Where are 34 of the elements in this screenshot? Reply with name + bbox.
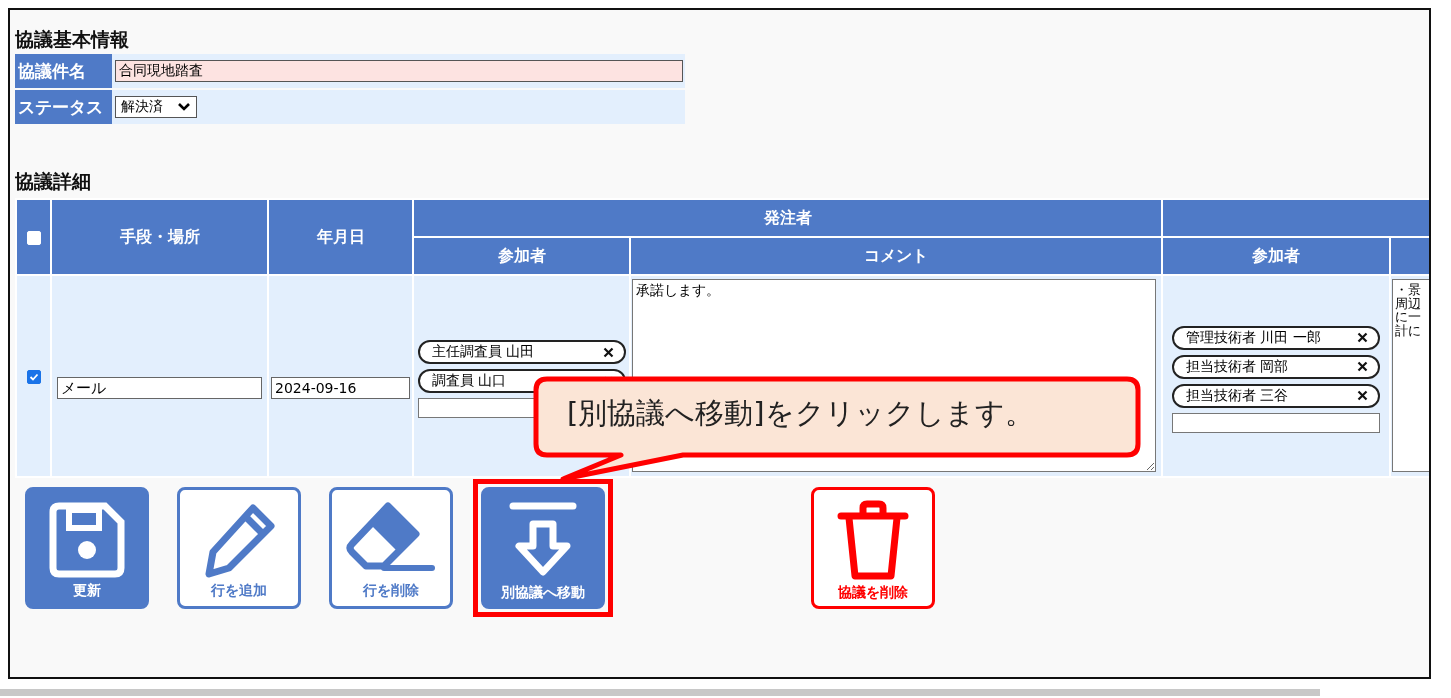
- participant-chip[interactable]: 担当技術者 三谷: [1172, 383, 1380, 408]
- comment-field[interactable]: ・景周辺に一計に: [1392, 279, 1429, 472]
- participant-input[interactable]: [1172, 412, 1380, 433]
- column-header: 手段・場所: [119, 226, 200, 246]
- close-icon[interactable]: [1357, 332, 1368, 343]
- method-field[interactable]: メール: [57, 377, 262, 399]
- column-group-header: 発注者: [763, 207, 812, 227]
- column-header: 参加者: [1252, 245, 1300, 265]
- participant-chip[interactable]: 主任調査員 山田: [417, 340, 626, 364]
- title-field[interactable]: 合同現地踏査: [115, 60, 683, 82]
- trash-icon: [835, 500, 911, 580]
- participant-chip[interactable]: 管理技術者 川田 一郎: [1172, 325, 1380, 350]
- field-label: 協議件名: [15, 54, 114, 88]
- select-all-checkbox[interactable]: [26, 231, 41, 245]
- chevron-icon: [177, 102, 191, 112]
- action-button[interactable]: 行を追加: [177, 487, 301, 609]
- section-heading: 協議詳細: [15, 169, 91, 193]
- column-header: コメント: [864, 245, 928, 265]
- column-header: 年月日: [316, 226, 365, 246]
- action-button[interactable]: 協議を削除: [811, 487, 935, 609]
- row-checkbox[interactable]: [26, 370, 41, 384]
- close-icon[interactable]: [602, 346, 614, 358]
- status-dropdown[interactable]: 解決済: [115, 96, 197, 118]
- checkmark-icon: [28, 372, 39, 382]
- date-field[interactable]: 2024-09-16: [271, 377, 410, 399]
- close-icon[interactable]: [1357, 361, 1368, 372]
- column-header: 参加者: [497, 245, 546, 265]
- participant-chip[interactable]: 担当技術者 岡部: [1172, 354, 1380, 379]
- action-button[interactable]: 行を削除: [329, 487, 453, 609]
- action-button[interactable]: 別協議へ移動: [481, 487, 605, 609]
- field-label: ステータス: [15, 90, 114, 124]
- section-heading: 協議基本情報: [15, 27, 129, 51]
- close-icon[interactable]: [1357, 390, 1368, 401]
- action-button[interactable]: 更新: [25, 487, 149, 609]
